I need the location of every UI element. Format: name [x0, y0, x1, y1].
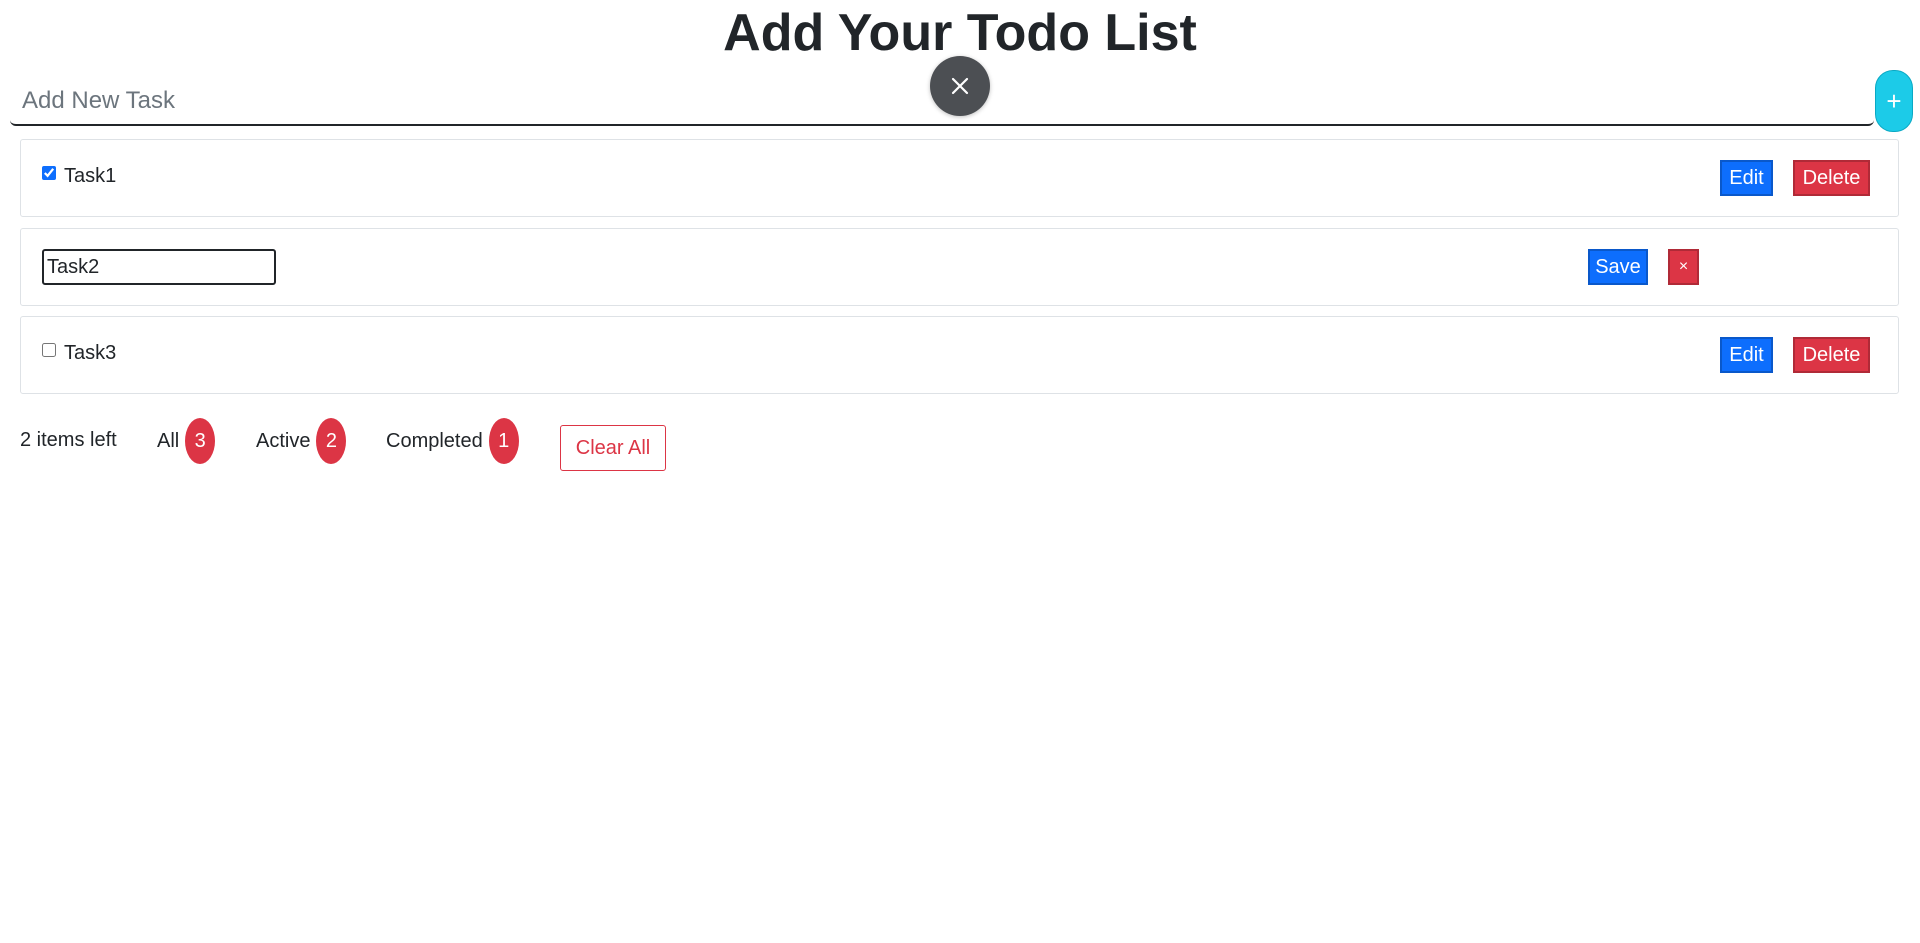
filter-completed[interactable]: Completed 1: [386, 418, 519, 464]
count-badge: 2: [316, 418, 347, 464]
task-row: Task3 Edit Delete: [20, 316, 1899, 394]
task-row-editing: Save ×: [20, 228, 1899, 306]
filter-all[interactable]: All 3: [157, 418, 216, 464]
clear-all-button[interactable]: Clear All: [560, 425, 666, 471]
task-edit-input[interactable]: [42, 249, 276, 285]
page-title: Add Your Todo List: [723, 4, 1197, 62]
cancel-edit-button[interactable]: ×: [1668, 249, 1699, 285]
task-checkbox[interactable]: [42, 343, 56, 357]
items-left-count: 2 items left: [20, 429, 117, 451]
delete-button[interactable]: Delete: [1793, 337, 1870, 373]
close-button[interactable]: [930, 56, 990, 116]
task-label: Task1: [64, 165, 117, 187]
filter-label: Completed: [386, 429, 483, 452]
filter-label: Active: [256, 429, 311, 452]
filter-active[interactable]: Active 2: [256, 418, 347, 464]
save-button[interactable]: Save: [1588, 249, 1648, 285]
todo-app: Add Your Todo List + Task1 Edit Delete S…: [0, 0, 1920, 943]
add-task-button[interactable]: +: [1875, 70, 1913, 132]
filter-label: All: [157, 429, 180, 452]
todo-footer: 2 items left All 3 Active 2 Completed 1 …: [20, 418, 920, 471]
count-badge: 3: [185, 418, 216, 464]
close-icon: [951, 77, 969, 95]
task-label: Task3: [64, 342, 117, 364]
delete-button[interactable]: Delete: [1793, 160, 1870, 196]
edit-button[interactable]: Edit: [1720, 160, 1773, 196]
task-checkbox[interactable]: [42, 166, 56, 180]
edit-button[interactable]: Edit: [1720, 337, 1773, 373]
count-badge: 1: [488, 418, 519, 464]
task-row: Task1 Edit Delete: [20, 139, 1899, 217]
